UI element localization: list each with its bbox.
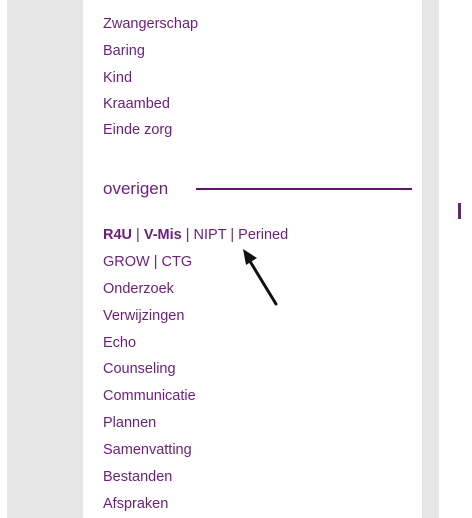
arrow-pointer-icon — [243, 249, 278, 306]
nav-link-counseling[interactable]: Counseling — [103, 360, 176, 378]
nav-link-r4u[interactable]: R4U — [103, 227, 132, 243]
nav-link-communicatie[interactable]: Communicatie — [103, 387, 196, 405]
section-title: overigen — [103, 179, 169, 198]
nav-link-onderzoek[interactable]: Onderzoek — [103, 280, 174, 298]
section-divider — [196, 188, 412, 190]
nav-link-kraambed[interactable]: Kraambed — [103, 95, 170, 113]
nav-link-v-mis[interactable]: V-Mis — [144, 227, 182, 243]
nav-link-kind[interactable]: Kind — [103, 69, 132, 87]
nav-row-r4u: R4U | V-Mis | NIPT | Perined — [103, 226, 288, 244]
nav-link-plannen[interactable]: Plannen — [103, 414, 156, 432]
nav-link-baring[interactable]: Baring — [103, 42, 145, 60]
nav-link-bestanden[interactable]: Bestanden — [103, 468, 172, 486]
left-gutter — [7, 0, 83, 518]
nav-link-samenvatting[interactable]: Samenvatting — [103, 441, 192, 459]
nav-link-perined[interactable]: Perined — [238, 227, 288, 243]
separator: | — [230, 227, 239, 243]
content-edge-mark — [458, 203, 461, 219]
right-scrollbar[interactable] — [422, 0, 439, 518]
separator: | — [136, 227, 144, 243]
page: Zwangerschap Baring Kind Kraambed Einde … — [0, 0, 472, 518]
separator: | — [153, 254, 162, 270]
nav-link-echo[interactable]: Echo — [103, 334, 136, 352]
separator: | — [185, 227, 194, 243]
nav-link-verwijzingen[interactable]: Verwijzingen — [103, 307, 184, 325]
nav-link-grow[interactable]: GROW — [103, 254, 150, 270]
section-header-overigen: overigen — [103, 178, 413, 200]
nav-link-zwangerschap[interactable]: Zwangerschap — [103, 15, 198, 33]
nav-link-nipt[interactable]: NIPT — [194, 227, 227, 243]
nav-link-afspraken[interactable]: Afspraken — [103, 495, 168, 513]
nav-link-ctg[interactable]: CTG — [162, 254, 193, 270]
nav-row-grow: GROW | CTG — [103, 253, 192, 271]
nav-link-einde-zorg[interactable]: Einde zorg — [103, 121, 172, 139]
